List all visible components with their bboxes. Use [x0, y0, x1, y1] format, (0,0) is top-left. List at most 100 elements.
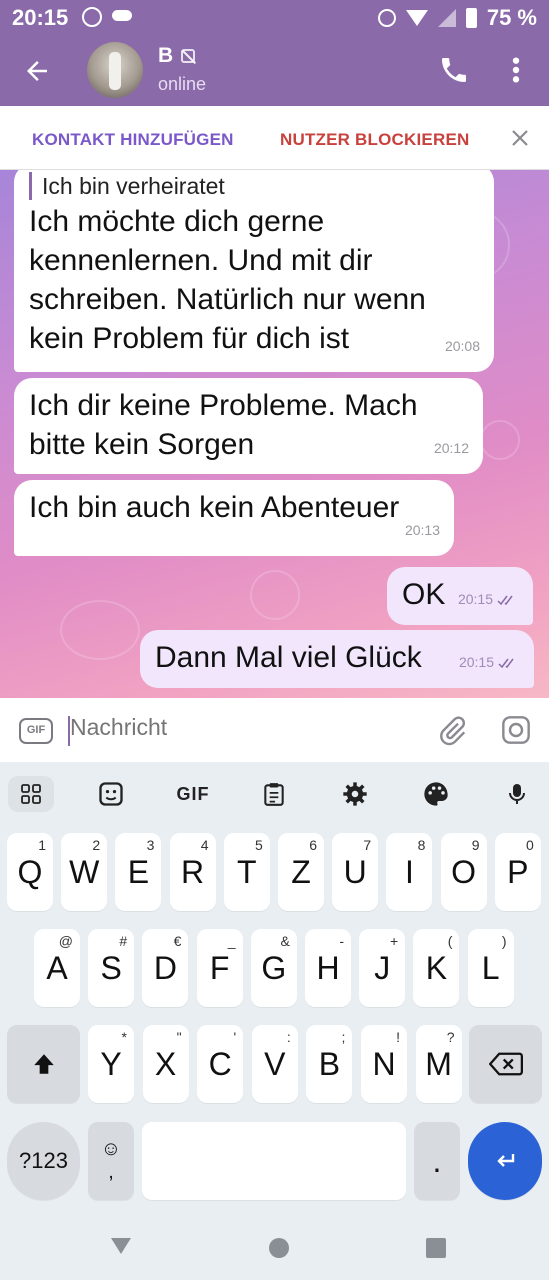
key-r[interactable]: R4: [169, 833, 216, 911]
key-label: O: [451, 853, 477, 890]
status-bar: 20:15 75 %: [0, 0, 549, 36]
key-j[interactable]: J +: [359, 929, 406, 1007]
key-i[interactable]: I8: [386, 833, 433, 911]
message-time: 20:08: [444, 338, 480, 354]
read-receipt-icon: [498, 658, 514, 668]
contact-name-row[interactable]: B: [158, 44, 196, 68]
key-hint: #: [119, 933, 128, 949]
message-input[interactable]: [70, 714, 400, 741]
key-hint: ": [176, 1029, 182, 1045]
nav-recents-icon[interactable]: [426, 1238, 446, 1258]
message-bubble-incoming[interactable]: Ich dir keine Probleme. Mach bitte kein …: [14, 378, 483, 474]
key-hint: 5: [255, 837, 263, 853]
message-bubble-incoming[interactable]: Ich bin auch kein Abenteuer 20:13: [14, 480, 454, 556]
key-hint: ?: [446, 1029, 455, 1045]
key-label: U: [343, 853, 367, 890]
microphone-icon[interactable]: [494, 776, 540, 812]
key-label: Y: [100, 1045, 122, 1082]
block-user-button[interactable]: NUTZER BLOCKIEREN: [280, 130, 469, 150]
key-h[interactable]: H-: [305, 929, 351, 1007]
key-b[interactable]: B;: [306, 1025, 353, 1103]
period-key[interactable]: .: [414, 1122, 460, 1200]
contact-name: B: [158, 44, 174, 67]
key-label: D: [153, 949, 177, 986]
phone-icon[interactable]: [438, 54, 470, 86]
close-icon[interactable]: [508, 126, 532, 150]
key-v[interactable]: V:: [251, 1025, 298, 1103]
settings-gear-icon[interactable]: [332, 776, 378, 812]
message-list[interactable]: Ich bin verheiratet Ich möchte dich gern…: [0, 170, 549, 698]
key-l[interactable]: L): [467, 929, 514, 1007]
key-hint: 0: [526, 837, 534, 853]
attach-icon[interactable]: [436, 714, 468, 748]
message-bubble-incoming[interactable]: Ich bin verheiratet Ich möchte dich gern…: [14, 170, 494, 372]
system-nav-bar: [0, 1210, 549, 1280]
key-hint: 4: [200, 837, 209, 853]
quoted-message[interactable]: Ich bin verheiratet: [29, 172, 478, 200]
add-contact-button[interactable]: KONTAKT HINZUFÜGEN: [32, 130, 234, 150]
key-c[interactable]: C ': [197, 1025, 244, 1103]
message-text: Ich dir keine Probleme. Mach bitte kein …: [29, 389, 418, 461]
key-hint: !: [396, 1029, 400, 1045]
key-n[interactable]: N!: [361, 1025, 407, 1103]
key-hint: ': [233, 1029, 237, 1045]
camera-icon[interactable]: [500, 714, 532, 746]
more-vert-icon[interactable]: [506, 54, 526, 86]
wifi-icon: [405, 10, 428, 26]
key-label: P: [507, 853, 529, 890]
key-q[interactable]: Q1: [7, 833, 53, 911]
key-t[interactable]: T5: [223, 833, 270, 911]
contact-status: online: [158, 74, 207, 94]
key-m[interactable]: M?: [415, 1025, 462, 1103]
signal-icon: [437, 9, 456, 27]
message-bubble-outgoing[interactable]: Dann Mal viel Glück 20:15: [140, 630, 534, 688]
key-g[interactable]: G &: [250, 929, 297, 1007]
key-k[interactable]: K(: [413, 929, 460, 1007]
key-hint: @: [58, 933, 73, 949]
key-label: C: [208, 1045, 232, 1082]
symbols-key[interactable]: ?123: [7, 1122, 80, 1200]
nav-back-icon[interactable]: [109, 1236, 133, 1256]
gif-button[interactable]: GIF: [19, 718, 53, 744]
key-z[interactable]: Z6: [278, 833, 324, 911]
key-label: B: [318, 1045, 341, 1082]
space-bar[interactable]: [142, 1122, 406, 1200]
key-e[interactable]: E3: [115, 833, 162, 911]
key-hint: 6: [309, 837, 317, 853]
message-meta: 20:13: [405, 511, 440, 550]
key-label: I: [404, 853, 414, 890]
key-u[interactable]: U7: [332, 833, 379, 911]
shift-key[interactable]: [7, 1025, 80, 1103]
key-f[interactable]: F _: [196, 929, 243, 1007]
message-meta: 20:15: [458, 580, 519, 619]
key-a[interactable]: A @: [34, 929, 80, 1007]
key-d[interactable]: D €: [142, 929, 189, 1007]
message-bubble-outgoing[interactable]: OK 20:15: [387, 567, 533, 625]
message-meta: 20:08: [445, 327, 480, 366]
palette-icon[interactable]: [413, 776, 459, 812]
key-label: E: [127, 853, 150, 890]
clipboard-icon[interactable]: [251, 776, 297, 812]
apps-grid-icon[interactable]: [8, 776, 54, 812]
key-w[interactable]: W2: [61, 833, 108, 911]
message-time: 20:12: [433, 440, 469, 456]
backspace-key[interactable]: [469, 1025, 542, 1103]
contact-action-bar: KONTAKT HINZUFÜGEN NUTZER BLOCKIEREN: [0, 106, 549, 170]
emoji-comma-key[interactable]: ☺ ,: [88, 1122, 134, 1200]
cloud-icon: [112, 10, 132, 21]
key-o[interactable]: O9: [440, 833, 487, 911]
key-s[interactable]: S #: [88, 929, 135, 1007]
avatar[interactable]: [87, 42, 143, 98]
gif-keyboard-button[interactable]: GIF: [170, 776, 216, 812]
battery-percent: 75 %: [486, 5, 537, 30]
nav-home-icon[interactable]: [268, 1237, 290, 1259]
key-label: N: [372, 1045, 396, 1082]
sticker-icon[interactable]: [88, 776, 134, 812]
key-p[interactable]: P0: [494, 833, 541, 911]
enter-key[interactable]: [468, 1122, 542, 1200]
key-label: T: [237, 853, 257, 890]
key-x[interactable]: X ": [142, 1025, 189, 1103]
back-arrow-icon[interactable]: [22, 56, 52, 86]
key-hint: &: [280, 933, 290, 949]
key-y[interactable]: Y *: [88, 1025, 134, 1103]
